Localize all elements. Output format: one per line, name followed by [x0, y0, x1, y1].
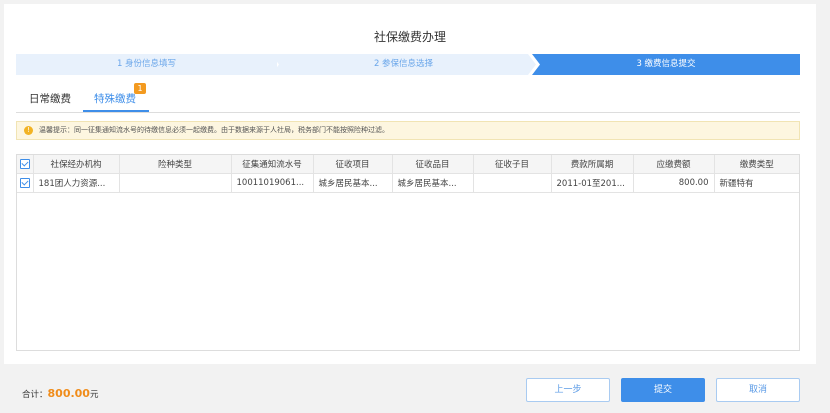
cell-subitem — [472, 173, 552, 193]
prev-step-button[interactable]: 上一步 — [526, 378, 610, 402]
info-icon: ! — [24, 126, 33, 135]
step-identity: 1 身份信息填写 — [16, 54, 277, 75]
cell-amount: 800.00 — [632, 173, 715, 193]
col-header-insurance-type: 险种类型 — [118, 155, 232, 174]
cell-item: 城乡居民基本... — [312, 173, 393, 193]
special-count-badge: 1 — [134, 83, 146, 94]
select-all-checkbox[interactable] — [17, 155, 34, 174]
submit-button[interactable]: 提交 — [621, 378, 705, 402]
cell-notice-serial: 10011019061... — [230, 173, 314, 193]
cancel-button[interactable]: 取消 — [716, 378, 800, 402]
cell-period: 2011-01至201... — [550, 173, 634, 193]
cell-insurance-type — [118, 173, 232, 193]
col-header-notice-serial: 征集通知流水号 — [230, 155, 314, 174]
active-tab-indicator — [83, 110, 149, 112]
cell-agency: 181团人力资源... — [32, 173, 120, 193]
col-header-agency: 社保经办机构 — [32, 155, 120, 174]
cell-category: 城乡居民基本... — [391, 173, 474, 193]
payment-table: 社保经办机构 险种类型 征集通知流水号 征收项目 征收品目 征收子目 费款所属期… — [16, 154, 800, 351]
notice-bar: ! 温馨提示：同一征集通知流水号的待缴信息必须一起缴费。由于数据来源于人社局，税… — [16, 121, 800, 140]
table-header-row: 社保经办机构 险种类型 征集通知流水号 征收项目 征收品目 征收子目 费款所属期… — [17, 155, 799, 174]
col-header-amount: 应缴费额 — [632, 155, 715, 174]
col-header-period: 费款所属期 — [550, 155, 634, 174]
col-header-payment-type: 缴费类型 — [713, 155, 799, 174]
page-title: 社保缴费办理 — [373, 30, 446, 44]
total-unit: 元 — [89, 390, 99, 400]
step-payment-submit: 3 缴费信息提交 — [532, 54, 800, 75]
col-header-item: 征收项目 — [312, 155, 393, 174]
step-progress: 1 身份信息填写 2 参保信息选择 3 缴费信息提交 — [16, 54, 800, 75]
table-row[interactable]: 181团人力资源... 10011019061... 城乡居民基本... 城乡居… — [17, 173, 799, 193]
cell-payment-type: 新疆特有 — [713, 173, 799, 193]
tab-daily-payment[interactable]: 日常缴费 — [29, 91, 71, 106]
total-amount: 800.00 — [47, 387, 90, 400]
checkbox-checked-icon — [19, 177, 30, 188]
step-insurance-selection: 2 参保信息选择 — [271, 54, 536, 75]
notice-text: 温馨提示：同一征集通知流水号的待缴信息必须一起缴费。由于数据来源于人社局，税务部… — [39, 126, 389, 134]
col-header-subitem: 征收子目 — [472, 155, 552, 174]
tab-special-payment[interactable]: 特殊缴费 — [94, 91, 136, 106]
checkbox-checked-icon — [19, 158, 30, 169]
payment-tabs: 日常缴费 特殊缴费 1 — [16, 83, 800, 113]
col-header-category: 征收品目 — [391, 155, 474, 174]
total-summary: 合计：800.00元 — [22, 387, 98, 400]
row-checkbox[interactable] — [17, 173, 34, 193]
total-label: 合计： — [22, 390, 48, 400]
